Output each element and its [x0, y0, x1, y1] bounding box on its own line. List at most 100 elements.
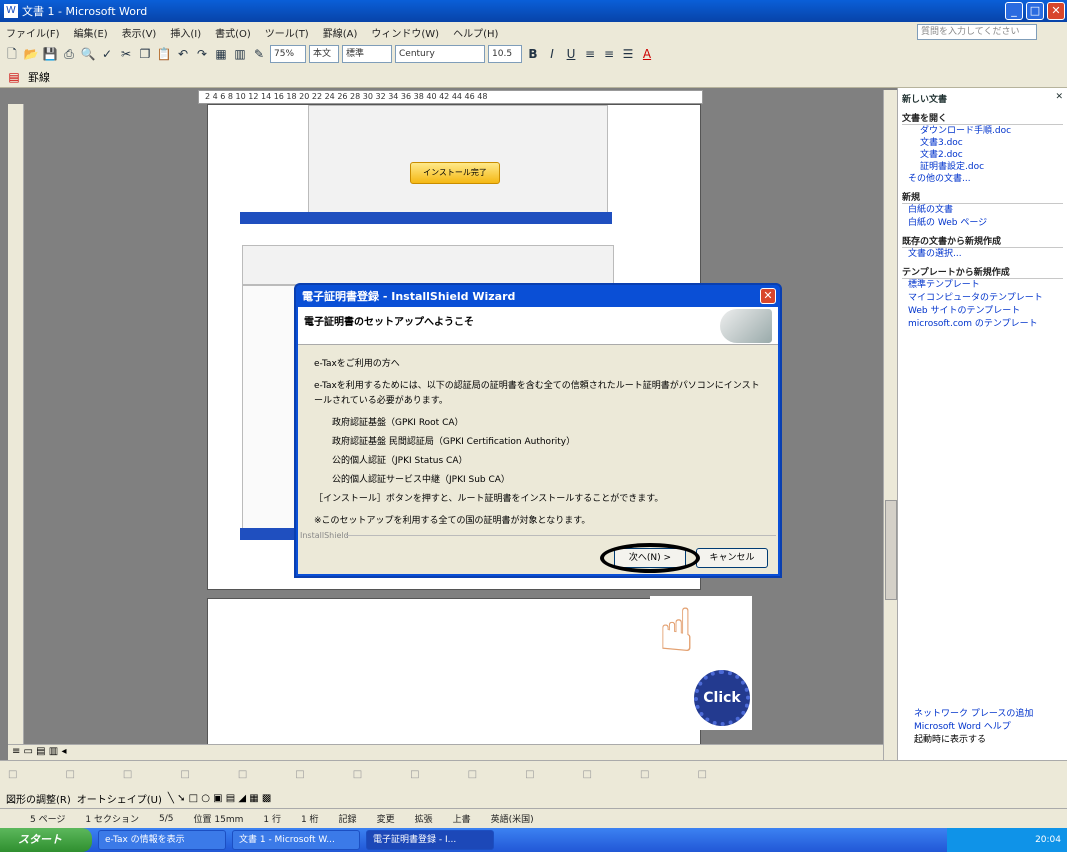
undo-icon[interactable]: ↶ [175, 46, 191, 62]
maximize-button[interactable]: □ [1026, 2, 1044, 20]
recent-doc-link[interactable]: 文書2.doc [902, 149, 1063, 161]
new-doc-icon[interactable]: 🗋 [4, 46, 20, 62]
cert-item: 政府認証基盤 民間認証局（GPKI Certification Authorit… [332, 437, 576, 447]
columns-icon[interactable]: ▥ [232, 46, 248, 62]
close-button[interactable]: ✕ [1047, 2, 1065, 20]
dialog-instruction: ［インストール］ボタンを押すと、ルート証明書をインストールすることができます。 [314, 494, 664, 504]
menu-format[interactable]: 書式(O) [215, 25, 251, 40]
blank-web-link[interactable]: 白紙の Web ページ [902, 217, 1063, 230]
redo-icon[interactable]: ↷ [194, 46, 210, 62]
underline-button[interactable]: U [563, 46, 579, 62]
zoom-select[interactable]: 75% [270, 45, 306, 63]
save-icon[interactable]: 💾 [42, 46, 58, 62]
clock: 20:04 [1035, 835, 1061, 845]
status-section: 1 セクション [85, 815, 140, 825]
task-pane-title: 新しい文書 [902, 95, 948, 105]
new-section-header: 新規 [902, 190, 1063, 204]
style-select[interactable]: 標準 [342, 45, 392, 63]
taskbar-item[interactable]: e-Tax の情報を表示 [98, 830, 226, 850]
cert-item: 公的個人認証サービス中継（JPKI Sub CA） [332, 475, 510, 485]
recent-doc-link[interactable]: 証明書設定.doc [902, 161, 1063, 173]
autoshapes-menu[interactable]: オートシェイプ(U) [77, 791, 162, 806]
install-complete-image: インストール完了 [410, 162, 500, 184]
copy-icon[interactable]: ❐ [137, 46, 153, 62]
word-help-link[interactable]: Microsoft Word ヘルプ [914, 721, 1033, 734]
cut-icon[interactable]: ✂ [118, 46, 134, 62]
show-at-startup-checkbox[interactable]: 起動時に表示する [914, 734, 1033, 747]
status-pages: 5/5 [159, 813, 174, 824]
recent-doc-link[interactable]: ダウンロード手順.doc [902, 125, 1063, 137]
embedded-taskbar-1 [240, 212, 612, 224]
status-col: 1 桁 [300, 815, 319, 825]
standard-toolbar: 🗋 📂 💾 ⎙ 🔍 ✓ ✂ ❐ 📋 ↶ ↷ ▦ ▥ ✎ 75% 本文 標準 Ce… [0, 42, 1067, 66]
taskbar-item[interactable]: 電子証明書登録 - I... [366, 830, 494, 850]
start-button[interactable]: スタート [0, 828, 92, 852]
borders-icon[interactable]: ▤ [6, 69, 22, 85]
template-link[interactable]: 標準テンプレート [902, 279, 1063, 292]
cancel-button[interactable]: キャンセル [696, 548, 768, 568]
preview-icon[interactable]: 🔍 [80, 46, 96, 62]
menu-file[interactable]: ファイル(F) [6, 25, 60, 40]
tables-toolbar: ▤ 罫線 [0, 66, 1067, 88]
status-line: 1 行 [263, 815, 281, 825]
vertical-scrollbar[interactable] [883, 90, 897, 760]
font-select[interactable]: Century [395, 45, 485, 63]
borders-label[interactable]: 罫線 [28, 69, 50, 85]
paste-icon[interactable]: 📋 [156, 46, 172, 62]
menu-insert[interactable]: 挿入(I) [170, 25, 201, 40]
dialog-close-button[interactable]: ✕ [760, 288, 776, 304]
menu-help[interactable]: ヘルプ(H) [453, 25, 498, 40]
window-title-bar: W 文書 1 - Microsoft Word _ □ ✕ [0, 0, 1067, 22]
click-gear-icon: Click [694, 670, 750, 726]
wizard-logo-icon [720, 309, 772, 343]
bullets-icon[interactable]: ☰ [620, 46, 636, 62]
installshield-dialog: 電子証明書登録 - InstallShield Wizard ✕ 電子証明書のセ… [294, 283, 782, 578]
font-color-button[interactable]: A [639, 46, 655, 62]
status-rec: 記録 [338, 815, 357, 825]
taskbar-item[interactable]: 文書 1 - Microsoft W... [232, 830, 360, 850]
status-trk: 変更 [376, 815, 395, 825]
blank-doc-link[interactable]: 白紙の文書 [902, 204, 1063, 217]
align-left-icon[interactable]: ≡ [582, 46, 598, 62]
divider [346, 535, 776, 536]
task-pane: 新しい文書 ✕ 文書を開く ダウンロード手順.doc 文書3.doc 文書2.do… [897, 88, 1067, 760]
status-ovr: 上書 [452, 815, 471, 825]
recent-doc-link[interactable]: 文書3.doc [902, 137, 1063, 149]
print-icon[interactable]: ⎙ [61, 46, 77, 62]
template-link[interactable]: microsoft.com のテンプレート [902, 318, 1063, 331]
scroll-thumb[interactable] [885, 500, 897, 600]
task-pane-close-icon[interactable]: ✕ [1055, 92, 1063, 105]
bold-button[interactable]: B [525, 46, 541, 62]
status-page: 5 ページ [30, 815, 66, 825]
template-link[interactable]: マイコンピュータのテンプレート [902, 292, 1063, 305]
menu-table[interactable]: 罫線(A) [323, 25, 358, 40]
menu-window[interactable]: ウィンドウ(W) [371, 25, 439, 40]
menu-tools[interactable]: ツール(T) [265, 25, 309, 40]
size-select[interactable]: 10.5 [488, 45, 522, 63]
view-buttons-bar[interactable]: ≡ ▭ ▤ ▥ ◂ [8, 744, 883, 760]
menu-edit[interactable]: 編集(E) [74, 25, 108, 40]
spell-icon[interactable]: ✓ [99, 46, 115, 62]
shape-tools-icon[interactable]: ╲ ➘ □ ○ ▣ ▤ ◢ ▦ ▩ [168, 793, 272, 804]
drawing-icon[interactable]: ✎ [251, 46, 267, 62]
dialog-intro: e-Taxをご利用の方へ [314, 359, 400, 369]
add-network-place-link[interactable]: ネットワーク プレースの追加 [914, 708, 1033, 721]
template-link[interactable]: Web サイトのテンプレート [902, 305, 1063, 318]
cert-item: 公的個人認証（JPKI Status CA） [332, 456, 468, 466]
status-lang: 英語(米国) [490, 815, 534, 825]
minimize-button[interactable]: _ [1005, 2, 1023, 20]
more-docs-link[interactable]: その他の文書... [902, 173, 1063, 186]
choose-doc-link[interactable]: 文書の選択... [902, 248, 1063, 261]
open-folder-icon[interactable]: 📂 [23, 46, 39, 62]
cert-item: 政府認証基盤（GPKI Root CA） [332, 418, 464, 428]
help-search-input[interactable]: 質問を入力してください [917, 24, 1037, 40]
view-select[interactable]: 本文 [309, 45, 339, 63]
menu-view[interactable]: 表示(V) [122, 25, 157, 40]
table-icon[interactable]: ▦ [213, 46, 229, 62]
drawing-toolbar: 図形の調整(R) オートシェイプ(U) ╲ ➘ □ ○ ▣ ▤ ◢ ▦ ▩ [0, 788, 1067, 808]
task-pane-footer: ネットワーク プレースの追加 Microsoft Word ヘルプ 起動時に表示… [914, 708, 1033, 747]
align-center-icon[interactable]: ≡ [601, 46, 617, 62]
italic-button[interactable]: I [544, 46, 560, 62]
dialog-body-text: e-Taxを利用するためには、以下の認証局の証明書を含む全ての信頼されたルート証… [314, 381, 760, 406]
draw-menu[interactable]: 図形の調整(R) [6, 791, 71, 806]
